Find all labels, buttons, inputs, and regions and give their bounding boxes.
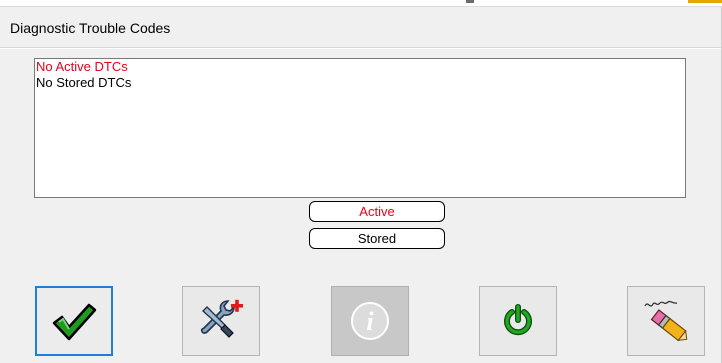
- wrench-add-icon: [200, 299, 243, 338]
- dtc-list-box[interactable]: No Active DTCs No Stored DTCs: [34, 58, 686, 198]
- background-mark: [688, 0, 722, 3]
- power-button[interactable]: [479, 286, 557, 356]
- stored-filter-button[interactable]: Stored: [309, 228, 445, 249]
- add-tool-button[interactable]: [182, 286, 260, 356]
- title-separator: [0, 47, 721, 49]
- power-icon: [504, 304, 532, 336]
- erase-codes-button[interactable]: [627, 286, 705, 356]
- svg-text:i: i: [366, 307, 374, 336]
- eraser-icon: [644, 300, 688, 342]
- info-button[interactable]: i: [331, 286, 409, 356]
- dtc-line-stored: No Stored DTCs: [36, 75, 132, 90]
- background-mark: [466, 0, 474, 3]
- dtc-line-active: No Active DTCs: [36, 59, 128, 74]
- checkmark-icon: [52, 303, 97, 341]
- info-icon: i: [351, 302, 389, 340]
- active-filter-button[interactable]: Active: [309, 201, 445, 222]
- dialog-title: Diagnostic Trouble Codes: [10, 20, 171, 36]
- confirm-button[interactable]: [35, 286, 113, 356]
